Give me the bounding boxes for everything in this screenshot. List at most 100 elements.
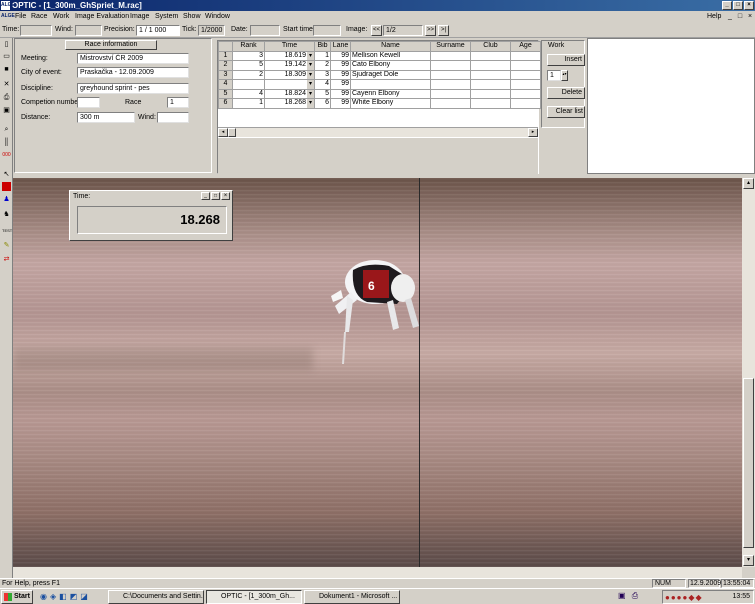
bib-cell[interactable]: 6: [314, 98, 331, 109]
lane-cell[interactable]: 99: [330, 79, 351, 90]
col-header-surname[interactable]: Surname: [430, 41, 471, 52]
arrows-icon[interactable]: ⇄: [2, 255, 11, 264]
menu-race[interactable]: Race: [31, 11, 47, 22]
meeting-field[interactable]: Mistrovství ČR 2009: [77, 53, 189, 64]
popup-maximize-icon[interactable]: □: [211, 192, 220, 200]
row-number-cell[interactable]: 1: [218, 50, 233, 61]
age-cell[interactable]: [510, 98, 541, 109]
table-row[interactable]: 5 4 18.824 ▾ 5 99 Cayenn Elbony: [218, 88, 541, 99]
col-header-age[interactable]: Age: [510, 41, 541, 52]
taskbar-item-optic[interactable]: OPTIC - [1_300m_Gh...: [206, 590, 302, 604]
row-number-cell[interactable]: 4: [218, 79, 233, 90]
image-vscroll[interactable]: ▴ ▾: [742, 178, 755, 567]
age-cell[interactable]: [510, 60, 541, 71]
row-number-cell[interactable]: 3: [218, 69, 233, 80]
taskbar-extra-icons[interactable]: ▣ ⎙: [618, 591, 658, 603]
lane-cell[interactable]: 99: [330, 69, 351, 80]
minimize-icon[interactable]: _: [722, 1, 732, 10]
taskbar-item-word[interactable]: Dokument1 - Microsoft ...: [304, 590, 400, 604]
maximize-icon[interactable]: □: [733, 1, 743, 10]
table-row[interactable]: 1 3 18.619 ▾ 1 99 Mellison Kewell: [218, 50, 541, 61]
time-cell[interactable]: ▾: [264, 79, 315, 90]
col-header-name[interactable]: Name: [350, 41, 431, 52]
menu-image-evaluation[interactable]: Image Evaluation: [75, 11, 129, 22]
time-dropdown-icon[interactable]: ▾: [307, 70, 314, 79]
rank-cell[interactable]: 4: [232, 88, 265, 99]
bib-cell[interactable]: 3: [314, 69, 331, 80]
next-image-button[interactable]: >>: [425, 25, 436, 36]
runner-icon[interactable]: ♟: [2, 195, 11, 204]
tray-icons[interactable]: ●●●●◆◆: [665, 593, 703, 602]
delete-button[interactable]: Delete: [547, 87, 585, 99]
mdi-doc-icon[interactable]: ALGE: [1, 11, 15, 22]
print-icon[interactable]: ⎙: [2, 93, 11, 102]
name-cell[interactable]: [350, 79, 431, 90]
row-number-cell[interactable]: 2: [218, 60, 233, 71]
menu-work[interactable]: Work: [53, 11, 69, 22]
col-header-rank[interactable]: Rank: [232, 41, 265, 52]
col-header-time[interactable]: Time: [264, 41, 315, 52]
table-row[interactable]: 4 ▾ 4 99: [218, 79, 541, 90]
lane-cell[interactable]: 99: [330, 88, 351, 99]
club-cell[interactable]: [470, 60, 511, 71]
time-cell[interactable]: 18.824 ▾: [264, 88, 315, 99]
name-cell[interactable]: White Elbony: [350, 98, 431, 109]
age-cell[interactable]: [510, 69, 541, 80]
row-number-cell[interactable]: 6: [218, 98, 233, 109]
menu-system[interactable]: System: [155, 11, 178, 22]
time-dropdown-icon[interactable]: ▾: [307, 80, 314, 89]
finish-cursor-line[interactable]: [419, 178, 420, 567]
popup-minimize-icon[interactable]: _: [201, 192, 210, 200]
discipline-field[interactable]: greyhound sprint - pes: [77, 83, 189, 94]
taskbar-item-explorer[interactable]: C:\Documents and Settin...: [108, 590, 204, 604]
col-header-club[interactable]: Club: [470, 41, 511, 52]
zoom-icon[interactable]: ⌕: [2, 125, 11, 134]
col-header-bib[interactable]: Bib: [314, 41, 331, 52]
surname-cell[interactable]: [430, 69, 471, 80]
prev-image-button[interactable]: <<: [371, 25, 382, 36]
open-folder-icon[interactable]: ▭: [2, 52, 11, 61]
quick-launch-icons[interactable]: ◉◈◧◩◪: [40, 592, 100, 602]
test-icon[interactable]: TEST: [2, 226, 12, 235]
start-button[interactable]: Start: [1, 590, 33, 604]
club-cell[interactable]: [470, 50, 511, 61]
lane-cell[interactable]: 99: [330, 50, 351, 61]
distance-field[interactable]: 300 m: [77, 112, 135, 123]
rank-cell[interactable]: 3: [232, 50, 265, 61]
rank-cell[interactable]: 2: [232, 69, 265, 80]
time-cell[interactable]: 19.142 ▾: [264, 60, 315, 71]
club-cell[interactable]: [470, 88, 511, 99]
surname-cell[interactable]: [430, 60, 471, 71]
wind-field[interactable]: [75, 25, 102, 36]
window-icon[interactable]: ▣: [2, 106, 11, 115]
menu-show[interactable]: Show: [183, 11, 201, 22]
name-cell[interactable]: Cato Elbony: [350, 60, 431, 71]
table-row[interactable]: 6 1 18.268 ▾ 6 99 White Elbony: [218, 98, 541, 109]
competition-field[interactable]: [77, 97, 100, 108]
surname-cell[interactable]: [430, 88, 471, 99]
time-dropdown-icon[interactable]: ▾: [307, 61, 314, 70]
time-popup[interactable]: Time: _ □ × 18.268: [69, 190, 233, 241]
start-time-field[interactable]: [313, 25, 341, 36]
time-field[interactable]: [20, 25, 52, 36]
bib-cell[interactable]: 4: [314, 79, 331, 90]
time-dropdown-icon[interactable]: ▾: [307, 51, 314, 60]
red-block-icon[interactable]: [2, 182, 11, 191]
name-cell[interactable]: Mellison Kewell: [350, 50, 431, 61]
age-cell[interactable]: [510, 88, 541, 99]
col-header-lane[interactable]: Lane: [330, 41, 351, 52]
bib-cell[interactable]: 5: [314, 88, 331, 99]
scroll-down-icon[interactable]: ▾: [743, 555, 754, 566]
scroll-right-icon[interactable]: ▸: [528, 128, 538, 137]
spinner-arrows-icon[interactable]: ▴▾: [561, 70, 568, 81]
name-cell[interactable]: Cayenn Elbony: [350, 88, 431, 99]
time-cell[interactable]: 18.309 ▾: [264, 69, 315, 80]
close-icon[interactable]: ×: [744, 1, 754, 10]
time-cell[interactable]: 18.268 ▾: [264, 98, 315, 109]
last-image-button[interactable]: >|: [438, 25, 449, 36]
menu-help[interactable]: Help: [707, 11, 721, 22]
club-cell[interactable]: [470, 79, 511, 90]
table-row[interactable]: 2 5 19.142 ▾ 2 99 Cato Elbony: [218, 60, 541, 71]
precision-select[interactable]: 1 / 1 000: [136, 25, 180, 36]
results-hscroll[interactable]: ◂ ▸: [218, 127, 538, 137]
